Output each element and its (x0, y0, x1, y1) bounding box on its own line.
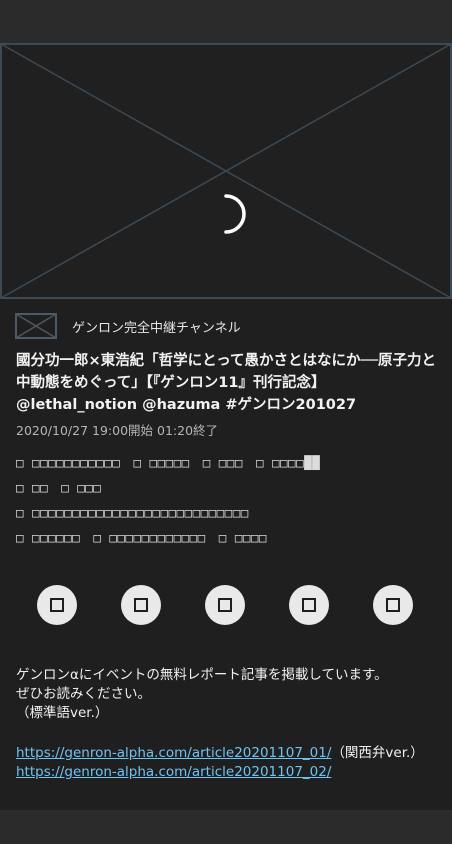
share-icon (218, 598, 232, 612)
share-icon (386, 598, 400, 612)
channel-name[interactable]: ゲンロン完全中継チャンネル (72, 317, 241, 336)
tag[interactable]: □ □□□ (203, 455, 243, 470)
description-line: ぜひお読みください。 (16, 686, 151, 702)
bottom-bar (0, 810, 452, 844)
program-description: ゲンロンαにイベントの無料レポート記事を掲載しています。 ぜひお読みください。 … (16, 666, 446, 723)
tag-list: □ □□□□□□□□□□□ □ □□□□□ □ □□□ □ □□□□██ □ □… (16, 452, 436, 552)
report-link-1[interactable]: https://genron-alpha.com/article20201107… (16, 745, 331, 761)
description-line: （標準語ver.） (16, 705, 109, 721)
share-buttons (37, 585, 417, 627)
description-line: ゲンロンαにイベントの無料レポート記事を掲載しています。 (16, 667, 388, 683)
video-placeholder (0, 43, 452, 299)
tag[interactable]: □ □□□□□□□□□□□ (16, 455, 120, 470)
program-datetime: 2020/10/27 19:00開始 01:20終了 (16, 423, 219, 438)
share-icon (50, 598, 64, 612)
report-links: https://genron-alpha.com/article20201107… (16, 744, 424, 782)
tag-row: □ □□□□□□ □ □□□□□□□□□□□□ □ □□□□ (16, 527, 436, 552)
tag[interactable]: □ □□□□□□ (16, 530, 80, 545)
share-button-3[interactable] (205, 585, 245, 625)
video-player[interactable] (0, 43, 452, 299)
tag[interactable]: □ □□□□□□□□□□□□□□□□□□□□□□□□□□□ (16, 505, 249, 520)
top-bar (0, 0, 452, 43)
share-button-4[interactable] (289, 585, 329, 625)
share-button-1[interactable] (37, 585, 77, 625)
report-link-1-note: （関西弁ver.） (331, 745, 424, 761)
report-link-2[interactable]: https://genron-alpha.com/article20201107… (16, 764, 331, 780)
tag[interactable]: □ □□□□ (219, 530, 267, 545)
share-button-2[interactable] (121, 585, 161, 625)
program-title: 國分功一郎×東浩紀「哲学にとって愚かさとはなにか──原子力と中動態をめぐって」【… (16, 353, 436, 413)
share-icon (134, 598, 148, 612)
tag[interactable]: □ □□ (16, 480, 48, 495)
tag-row: □ □□□□□□□□□□□ □ □□□□□ □ □□□ □ □□□□██ (16, 452, 436, 477)
tag[interactable]: □ □□□ (61, 480, 101, 495)
mail-icon (15, 313, 57, 339)
tag-row: □ □□ □ □□□ (16, 477, 436, 502)
tag[interactable]: □ □□□□██ (256, 455, 320, 470)
share-button-5[interactable] (373, 585, 413, 625)
tag[interactable]: □ □□□□□ (133, 455, 189, 470)
loading-spinner-icon (224, 194, 246, 234)
share-icon (302, 598, 316, 612)
channel-info[interactable]: ゲンロン完全中継チャンネル (15, 313, 241, 339)
tag-row: □ □□□□□□□□□□□□□□□□□□□□□□□□□□□ (16, 502, 436, 527)
tag[interactable]: □ □□□□□□□□□□□□ (93, 530, 205, 545)
